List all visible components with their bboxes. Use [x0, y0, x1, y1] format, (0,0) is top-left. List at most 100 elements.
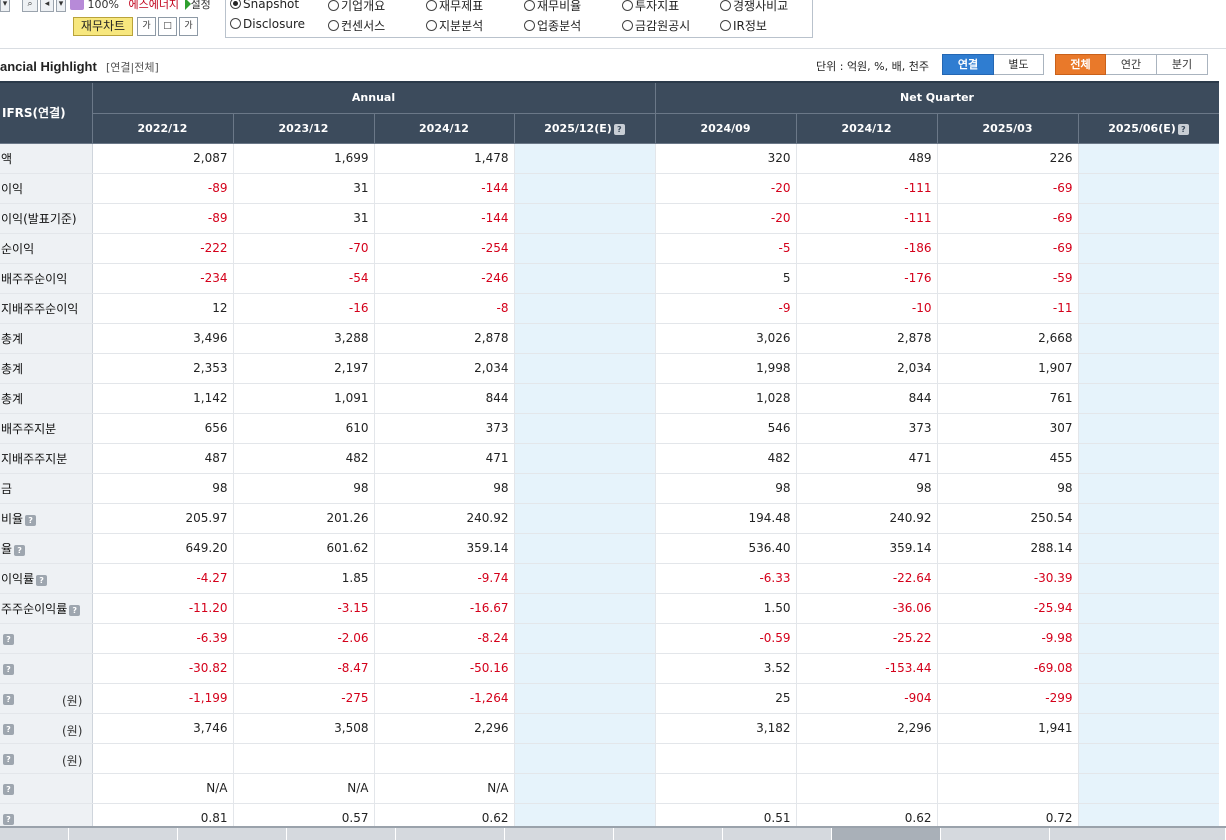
column-header[interactable]: 2025/12(E)?: [514, 113, 656, 144]
column-header[interactable]: 2025/03: [937, 113, 1079, 144]
help-icon[interactable]: ?: [3, 724, 14, 735]
row-label[interactable]: ? (원): [0, 683, 93, 714]
report-option-label: Disclosure: [243, 17, 306, 31]
help-icon[interactable]: ?: [3, 814, 14, 825]
radio-button-icon[interactable]: [524, 20, 535, 31]
bottom-tab[interactable]: [287, 828, 396, 840]
zoom-icon[interactable]: [70, 0, 84, 10]
row-label[interactable]: ?: [0, 803, 93, 826]
row-label[interactable]: 금: [0, 473, 93, 504]
column-header[interactable]: 2024/09: [655, 113, 797, 144]
report-option[interactable]: 금감원공시: [622, 17, 690, 34]
report-option[interactable]: 기업개요: [328, 0, 385, 14]
row-label[interactable]: ?: [0, 773, 93, 804]
report-option[interactable]: 재무제표: [426, 0, 483, 14]
column-header[interactable]: 2023/12: [233, 113, 375, 144]
row-label[interactable]: ? (원): [0, 743, 93, 774]
report-option[interactable]: 업종분석: [524, 17, 581, 34]
period-toggle-option[interactable]: 분기: [1157, 54, 1208, 75]
row-label[interactable]: 주주순이익률?: [0, 593, 93, 624]
row-label[interactable]: 총계: [0, 353, 93, 384]
radio-button-icon[interactable]: [426, 20, 437, 31]
row-label[interactable]: ? (원): [0, 713, 93, 744]
table-cell: [655, 743, 797, 774]
help-icon[interactable]: ?: [1177, 123, 1189, 135]
row-label[interactable]: 이익(발표기준): [0, 203, 93, 234]
radio-button-icon[interactable]: [328, 20, 339, 31]
consolidation-toggle-option[interactable]: 별도: [994, 54, 1044, 75]
help-icon[interactable]: ?: [3, 754, 14, 765]
top-toolbar: ▾ ⌕ ◂ ▾ 100% 에스에너지 설정 재무차트 가 □ 가 Snapsho…: [0, 0, 1226, 40]
report-option[interactable]: 재무비율: [524, 0, 581, 14]
table-cell: 320: [655, 143, 797, 174]
report-option[interactable]: 컨센서스: [328, 17, 385, 34]
bottom-tab[interactable]: [178, 828, 287, 840]
radio-button-icon[interactable]: [524, 0, 535, 11]
radio-button-icon[interactable]: [230, 0, 241, 9]
help-icon[interactable]: ?: [25, 514, 37, 526]
period-toggle-option[interactable]: 전체: [1055, 54, 1106, 75]
period-toggle-option[interactable]: 연간: [1106, 54, 1157, 75]
dropdown-arrow-icon[interactable]: ▾: [56, 0, 66, 12]
row-label[interactable]: 배주주지분: [0, 413, 93, 444]
help-icon[interactable]: ?: [613, 123, 625, 135]
financial-chart-button[interactable]: 재무차트: [73, 17, 133, 36]
bottom-tab[interactable]: [723, 828, 832, 840]
row-label[interactable]: 배주주순이익: [0, 263, 93, 294]
row-label[interactable]: 율?: [0, 533, 93, 564]
row-label[interactable]: 지배주주순이익: [0, 293, 93, 324]
bottom-tab[interactable]: [614, 828, 723, 840]
radio-button-icon[interactable]: [230, 18, 241, 29]
column-header[interactable]: 2024/12: [796, 113, 938, 144]
row-label[interactable]: ?: [0, 623, 93, 654]
speaker-icon[interactable]: ◂: [40, 0, 54, 12]
help-icon[interactable]: ?: [3, 784, 14, 795]
help-icon[interactable]: ?: [69, 604, 81, 616]
settings-link[interactable]: 설정: [191, 0, 211, 11]
radio-button-icon[interactable]: [426, 0, 437, 11]
column-header[interactable]: 2022/12: [92, 113, 234, 144]
row-label[interactable]: 이익: [0, 173, 93, 204]
dropdown-arrow-icon[interactable]: ▾: [0, 0, 10, 12]
report-option[interactable]: IR정보: [720, 17, 767, 34]
help-icon[interactable]: ?: [36, 574, 48, 586]
column-header[interactable]: 2025/06(E)?: [1078, 113, 1219, 144]
table-row: ? (원) 3,746 3,508 2,296 3,182 2,296 1,941: [0, 713, 1219, 744]
radio-button-icon[interactable]: [720, 20, 731, 31]
report-option[interactable]: Disclosure: [230, 17, 305, 31]
row-label[interactable]: 이익률?: [0, 563, 93, 594]
help-icon[interactable]: ?: [14, 544, 26, 556]
help-icon[interactable]: ?: [3, 694, 14, 705]
row-label[interactable]: 비율?: [0, 503, 93, 534]
font-decrease-icon[interactable]: 가: [137, 17, 156, 36]
row-label[interactable]: ?: [0, 653, 93, 684]
fit-screen-icon[interactable]: □: [158, 17, 177, 36]
report-option[interactable]: Snapshot: [230, 0, 299, 11]
consolidation-toggle-option[interactable]: 연결: [942, 54, 994, 75]
radio-button-icon[interactable]: [328, 0, 339, 11]
bottom-tab[interactable]: [505, 828, 614, 840]
row-label[interactable]: 총계: [0, 323, 93, 354]
bottom-tab[interactable]: [69, 828, 178, 840]
bottom-tab[interactable]: [0, 828, 69, 840]
report-option[interactable]: 경쟁사비교: [720, 0, 788, 14]
bottom-tab[interactable]: [396, 828, 505, 840]
bottom-tab[interactable]: [1050, 828, 1226, 840]
bottom-tab[interactable]: [941, 828, 1050, 840]
row-label[interactable]: 총계: [0, 383, 93, 414]
radio-button-icon[interactable]: [622, 20, 633, 31]
search-icon[interactable]: ⌕: [22, 0, 38, 12]
help-icon[interactable]: ?: [3, 634, 14, 645]
column-header[interactable]: 2024/12: [374, 113, 515, 144]
row-label[interactable]: 순이익: [0, 233, 93, 264]
help-icon[interactable]: ?: [3, 664, 14, 675]
row-label[interactable]: 지배주주지분: [0, 443, 93, 474]
font-increase-icon[interactable]: 가: [179, 17, 198, 36]
radio-button-icon[interactable]: [720, 0, 731, 11]
bottom-tab[interactable]: [832, 828, 941, 840]
report-option[interactable]: 지분분석: [426, 17, 483, 34]
row-label-text: 이익(발표기준): [1, 211, 77, 226]
row-label[interactable]: 액: [0, 143, 93, 174]
report-option[interactable]: 투자지표: [622, 0, 679, 14]
radio-button-icon[interactable]: [622, 0, 633, 11]
